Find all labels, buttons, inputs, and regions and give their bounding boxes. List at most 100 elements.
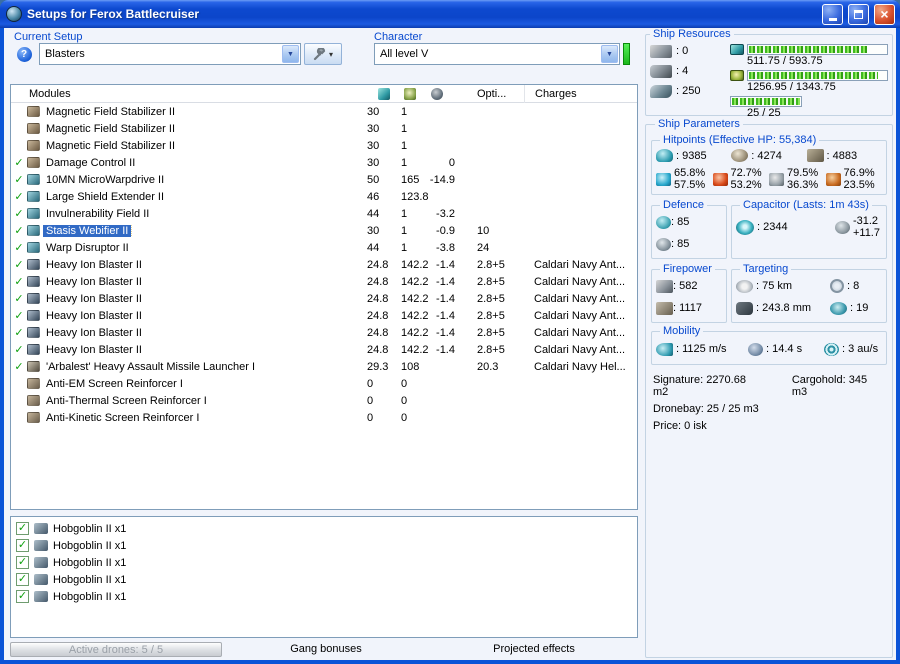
module-optimal-value: 2.8+5 — [477, 326, 505, 339]
sensor-strength-value: 19 — [850, 302, 868, 314]
bottom-bar: Active drones: 5 / 5 Gang bonuses Projec… — [10, 641, 638, 658]
module-name: Stasis Webifier II — [43, 224, 133, 237]
module-row[interactable]: ✓ Heavy Ion Blaster II 24.8 142.2 -1.4 2… — [11, 341, 637, 358]
module-row[interactable]: ✓ Stasis Webifier II 30 1 -0.9 10 — [11, 222, 637, 239]
mobility-panel: Mobility 1125 m/s 14.4 s 3 au/s — [651, 325, 887, 365]
minimize-button[interactable] — [822, 3, 843, 25]
projected-effects-button[interactable]: Projected effects — [430, 641, 638, 658]
module-row[interactable]: ✓ Heavy Ion Blaster II 24.8 142.2 -1.4 2… — [11, 256, 637, 273]
ship-parameters-title: Ship Parameters — [658, 118, 740, 130]
module-name-cell: Magnetic Field Stabilizer II — [43, 140, 367, 152]
module-cpu-value: 24.8 — [367, 258, 389, 271]
module-row[interactable]: ✓ Heavy Ion Blaster II 24.8 142.2 -1.4 2… — [11, 290, 637, 307]
setup-tools-button[interactable]: ▾ — [304, 43, 342, 65]
cpu-value: 511.75 / 593.75 — [747, 55, 823, 67]
module-row[interactable]: ✓ Heavy Ion Blaster II 24.8 142.2 -1.4 2… — [11, 307, 637, 324]
capacitor-column-header — [419, 87, 455, 100]
drone-checkbox[interactable]: ✓ — [16, 573, 29, 586]
maximize-button[interactable] — [848, 3, 869, 25]
drone-bandwidth-value: 250 — [676, 85, 700, 97]
module-optimal-value: 2.8+5 — [477, 258, 505, 271]
module-name: Magnetic Field Stabilizer II — [46, 122, 175, 135]
active-check-icon: ✓ — [14, 208, 24, 220]
module-row[interactable]: ✓ Heavy Ion Blaster II 24.8 142.2 -1.4 2… — [11, 273, 637, 290]
module-cpu-value: 24.8 — [367, 309, 389, 322]
module-row[interactable]: ✓ Magnetic Field Stabilizer II 30 1 — [11, 137, 637, 154]
drone-row[interactable]: ✓ Hobgoblin II x1 — [11, 571, 637, 588]
drone-icon — [34, 523, 48, 534]
structure-hp-value: 4883 — [827, 150, 857, 162]
module-powergrid-value: 1 — [401, 224, 408, 237]
module-icon — [27, 395, 40, 406]
module-name: Heavy Ion Blaster II — [46, 326, 142, 339]
resist-icon — [656, 172, 671, 186]
module-optimal-value: 2.8+5 — [477, 275, 505, 288]
module-name: 10MN MicroWarpdrive II — [46, 173, 165, 186]
cargohold-value: Cargohold: 345 m3 — [791, 374, 868, 398]
align-time-value: 14.4 s — [766, 343, 802, 355]
module-row[interactable]: ✓ Warp Disruptor II 44 1 -3.8 24 — [11, 239, 637, 256]
scan-resolution-value: 243.8 mm — [756, 302, 811, 314]
launcher-hardpoints-icon — [650, 64, 672, 78]
resist-values: 65.8% 57.5% — [674, 167, 705, 191]
module-row[interactable]: ✓ 10MN MicroWarpdrive II 50 165 -14.9 — [11, 171, 637, 188]
module-cpu-value: 30 — [367, 156, 380, 169]
module-name-cell: Damage Control II — [43, 157, 367, 169]
window-body: Current Setup ? Blasters ▼ ▾ Character A… — [4, 28, 896, 660]
drone-row[interactable]: ✓ Hobgoblin II x1 — [11, 520, 637, 537]
targeting-range-cell: 75 km — [736, 279, 830, 293]
resist-icon — [769, 172, 784, 186]
drone-row[interactable]: ✓ Hobgoblin II x1 — [11, 537, 637, 554]
module-row[interactable]: ✓ Anti-Thermal Screen Reinforcer I 0 0 — [11, 392, 637, 409]
drone-checkbox[interactable]: ✓ — [16, 556, 29, 569]
targeting-panel: Targeting 75 km 8 243.8 mm 19 — [731, 263, 887, 323]
module-name: Anti-Thermal Screen Reinforcer I — [46, 394, 207, 407]
sensor-strength-cell: 19 — [830, 301, 882, 315]
chevron-down-icon[interactable]: ▼ — [601, 45, 618, 63]
capacitor-panel: Capacitor (Lasts: 1m 43s) 2344 -31.2 +11… — [731, 199, 887, 259]
module-row[interactable]: ✓ Large Shield Extender II 46 123.8 — [11, 188, 637, 205]
close-button[interactable]: × — [874, 3, 895, 25]
module-row[interactable]: ✓ 'Arbalest' Heavy Assault Missile Launc… — [11, 358, 637, 375]
module-icon — [27, 208, 40, 219]
module-cpu-value: 29.3 — [367, 360, 389, 373]
module-icon — [27, 361, 40, 372]
titlebar[interactable]: Setups for Ferox Battlecruiser × — [0, 0, 900, 28]
armor-resist-value: 53.2% — [730, 179, 762, 191]
module-row[interactable]: ✓ Heavy Ion Blaster II 24.8 142.2 -1.4 2… — [11, 324, 637, 341]
hitpoints-row: 9385 4274 4883 — [656, 146, 882, 165]
max-velocity-value: 1125 m/s — [676, 343, 726, 355]
module-icon — [27, 106, 40, 117]
active-check-icon: ✓ — [14, 344, 24, 356]
character-select[interactable]: All level V ▼ — [374, 43, 620, 65]
help-button[interactable]: ? — [12, 43, 36, 65]
module-row[interactable]: ✓ Invulnerability Field II 44 1 -3.2 — [11, 205, 637, 222]
module-row[interactable]: ✓ Magnetic Field Stabilizer II 30 1 — [11, 103, 637, 120]
module-row[interactable]: ✓ Anti-Kinetic Screen Reinforcer I 0 0 — [11, 409, 637, 426]
module-name-cell: Heavy Ion Blaster II — [43, 310, 367, 322]
chevron-down-icon[interactable]: ▼ — [282, 45, 299, 63]
active-check-icon: ✓ — [14, 225, 24, 237]
drone-checkbox[interactable]: ✓ — [16, 539, 29, 552]
module-row[interactable]: ✓ Magnetic Field Stabilizer II 30 1 — [11, 120, 637, 137]
drone-checkbox[interactable]: ✓ — [16, 522, 29, 535]
gang-bonuses-button[interactable]: Gang bonuses — [222, 641, 430, 658]
module-powergrid-value: 0 — [401, 394, 408, 407]
shield-hp-value: 9385 — [676, 150, 706, 162]
scan-resolution-cell: 243.8 mm — [736, 301, 830, 315]
module-cap-value: -1.4 — [436, 309, 455, 322]
module-cpu-value: 44 — [367, 207, 380, 220]
character-label: Character — [374, 31, 423, 43]
drone-checkbox[interactable]: ✓ — [16, 590, 29, 603]
capacitor-recharge-value: +11.7 — [852, 227, 880, 239]
drone-row[interactable]: ✓ Hobgoblin II x1 — [11, 554, 637, 571]
active-drones-button[interactable]: Active drones: 5 / 5 — [10, 642, 222, 657]
drone-row[interactable]: ✓ Hobgoblin II x1 — [11, 588, 637, 605]
capacitor-flux-values: -31.2 +11.7 — [853, 215, 880, 239]
module-charge-value: Caldari Navy Ant... — [534, 326, 626, 339]
armor-resist-value: 36.3% — [787, 179, 819, 191]
module-row[interactable]: ✓ Anti-EM Screen Reinforcer I 0 0 — [11, 375, 637, 392]
module-row[interactable]: ✓ Damage Control II 30 1 0 — [11, 154, 637, 171]
resist-icon — [825, 172, 841, 186]
setup-select[interactable]: Blasters ▼ — [39, 43, 301, 65]
